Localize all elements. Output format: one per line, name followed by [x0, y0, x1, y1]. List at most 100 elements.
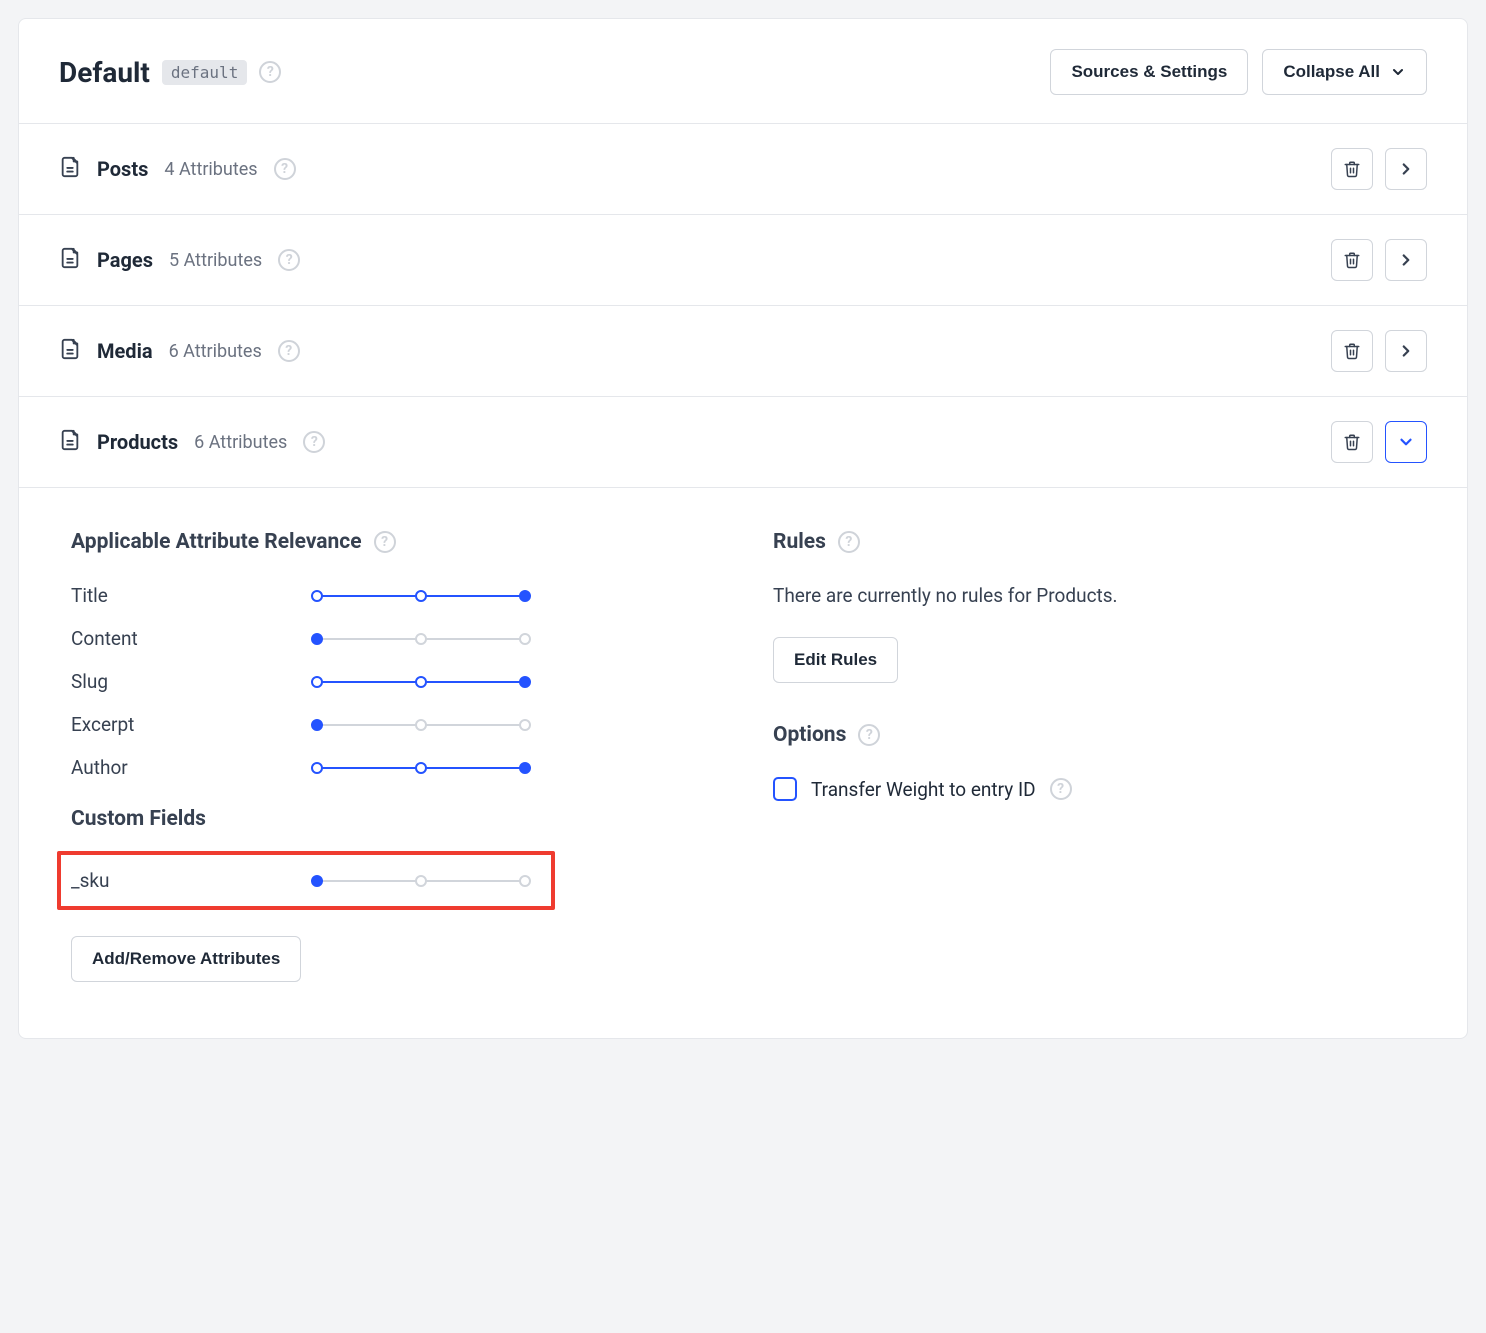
slider-stop[interactable]: [415, 633, 427, 645]
custom-fields-heading: Custom Fields: [71, 807, 713, 831]
row-actions: [1331, 148, 1427, 190]
attribute-row: Content: [71, 627, 713, 650]
expand-button[interactable]: [1385, 330, 1427, 372]
relevance-slider[interactable]: [311, 674, 531, 690]
transfer-weight-label: Transfer Weight to entry ID: [811, 778, 1036, 801]
help-icon[interactable]: ?: [278, 249, 300, 271]
slider-stop[interactable]: [311, 875, 323, 887]
help-icon[interactable]: ?: [278, 340, 300, 362]
engine-badge: default: [162, 60, 247, 85]
products-panel: Applicable Attribute Relevance ? Title Co…: [19, 488, 1467, 1038]
edit-rules-label: Edit Rules: [794, 650, 877, 670]
custom-fields-highlight: _sku: [57, 851, 555, 910]
row-meta: 6 Attributes: [169, 341, 262, 362]
slider-stop[interactable]: [415, 719, 427, 731]
type-row-media: Media 6 Attributes?: [19, 306, 1467, 397]
rules-heading: Rules ?: [773, 530, 1415, 554]
row-title: Posts: [97, 157, 148, 181]
slider-stop[interactable]: [415, 590, 427, 602]
help-icon[interactable]: ?: [374, 531, 396, 553]
row-left: Products 6 Attributes?: [59, 429, 1331, 455]
help-icon[interactable]: ?: [303, 431, 325, 453]
slider-stop[interactable]: [519, 633, 531, 645]
delete-button[interactable]: [1331, 148, 1373, 190]
type-row-products: Products 6 Attributes?: [19, 397, 1467, 488]
collapse-all-button[interactable]: Collapse All: [1262, 49, 1427, 95]
sources-settings-label: Sources & Settings: [1071, 62, 1227, 82]
row-left: Pages 5 Attributes?: [59, 247, 1331, 273]
relevance-slider[interactable]: [311, 588, 531, 604]
row-title: Pages: [97, 248, 153, 272]
slider-stop[interactable]: [415, 762, 427, 774]
rules-heading-label: Rules: [773, 530, 826, 554]
relevance-column: Applicable Attribute Relevance ? Title Co…: [71, 530, 713, 982]
delete-button[interactable]: [1331, 330, 1373, 372]
options-heading-label: Options: [773, 723, 846, 747]
row-actions: [1331, 239, 1427, 281]
row-meta: 5 Attributes: [169, 250, 262, 271]
slider-stop[interactable]: [311, 633, 323, 645]
relevance-slider[interactable]: [311, 631, 531, 647]
help-icon[interactable]: ?: [838, 531, 860, 553]
post-type-icon: [59, 247, 81, 273]
relevance-heading: Applicable Attribute Relevance ?: [71, 530, 713, 554]
relevance-slider[interactable]: [311, 760, 531, 776]
slider-stop[interactable]: [415, 676, 427, 688]
attribute-label: _sku: [71, 869, 311, 892]
help-icon[interactable]: ?: [274, 158, 296, 180]
edit-rules-button[interactable]: Edit Rules: [773, 637, 898, 683]
slider-stop[interactable]: [519, 719, 531, 731]
row-actions: [1331, 330, 1427, 372]
header-left: Default default ?: [59, 56, 1050, 89]
relevance-heading-label: Applicable Attribute Relevance: [71, 530, 362, 554]
add-remove-attributes-button[interactable]: Add/Remove Attributes: [71, 936, 301, 982]
slider-stop[interactable]: [311, 719, 323, 731]
rules-column: Rules ? There are currently no rules for…: [773, 530, 1415, 982]
post-type-icon: [59, 156, 81, 182]
expand-button[interactable]: [1385, 148, 1427, 190]
row-left: Media 6 Attributes?: [59, 338, 1331, 364]
slider-stop[interactable]: [519, 590, 531, 602]
attribute-row: Title: [71, 584, 713, 607]
help-icon[interactable]: ?: [858, 724, 880, 746]
sources-settings-button[interactable]: Sources & Settings: [1050, 49, 1248, 95]
relevance-slider[interactable]: [311, 717, 531, 733]
row-title: Media: [97, 339, 153, 363]
expand-button[interactable]: [1385, 239, 1427, 281]
slider-stop[interactable]: [311, 676, 323, 688]
attribute-row: Excerpt: [71, 713, 713, 736]
row-title: Products: [97, 430, 178, 454]
attribute-list: Title Content Slug Excerpt Author: [71, 584, 713, 779]
row-actions: [1331, 421, 1427, 463]
rules-empty-text: There are currently no rules for Product…: [773, 584, 1415, 607]
attribute-label: Content: [71, 627, 311, 650]
transfer-weight-option: Transfer Weight to entry ID ?: [773, 777, 1415, 801]
help-icon[interactable]: ?: [259, 61, 281, 83]
relevance-slider[interactable]: [311, 873, 531, 889]
attribute-label: Title: [71, 584, 311, 607]
attribute-label: Excerpt: [71, 713, 311, 736]
rows-container: Posts4 Attributes?Pages5 Attributes?Medi…: [19, 124, 1467, 488]
collapse-all-label: Collapse All: [1283, 62, 1380, 82]
expand-button[interactable]: [1385, 421, 1427, 463]
attribute-row: _sku: [71, 869, 541, 892]
post-type-icon: [59, 429, 81, 455]
delete-button[interactable]: [1331, 421, 1373, 463]
slider-stop[interactable]: [519, 676, 531, 688]
transfer-weight-checkbox[interactable]: [773, 777, 797, 801]
delete-button[interactable]: [1331, 239, 1373, 281]
post-type-icon: [59, 338, 81, 364]
slider-stop[interactable]: [311, 590, 323, 602]
help-icon[interactable]: ?: [1050, 778, 1072, 800]
header-actions: Sources & Settings Collapse All: [1050, 49, 1427, 95]
settings-card: Default default ? Sources & Settings Col…: [18, 18, 1468, 1039]
row-meta: 4 Attributes: [164, 159, 257, 180]
slider-stop[interactable]: [311, 762, 323, 774]
slider-stop[interactable]: [519, 875, 531, 887]
slider-stop[interactable]: [415, 875, 427, 887]
attribute-row: Author: [71, 756, 713, 779]
slider-stop[interactable]: [519, 762, 531, 774]
type-row-pages: Pages 5 Attributes?: [19, 215, 1467, 306]
row-meta: 6 Attributes: [194, 432, 287, 453]
attribute-label: Slug: [71, 670, 311, 693]
